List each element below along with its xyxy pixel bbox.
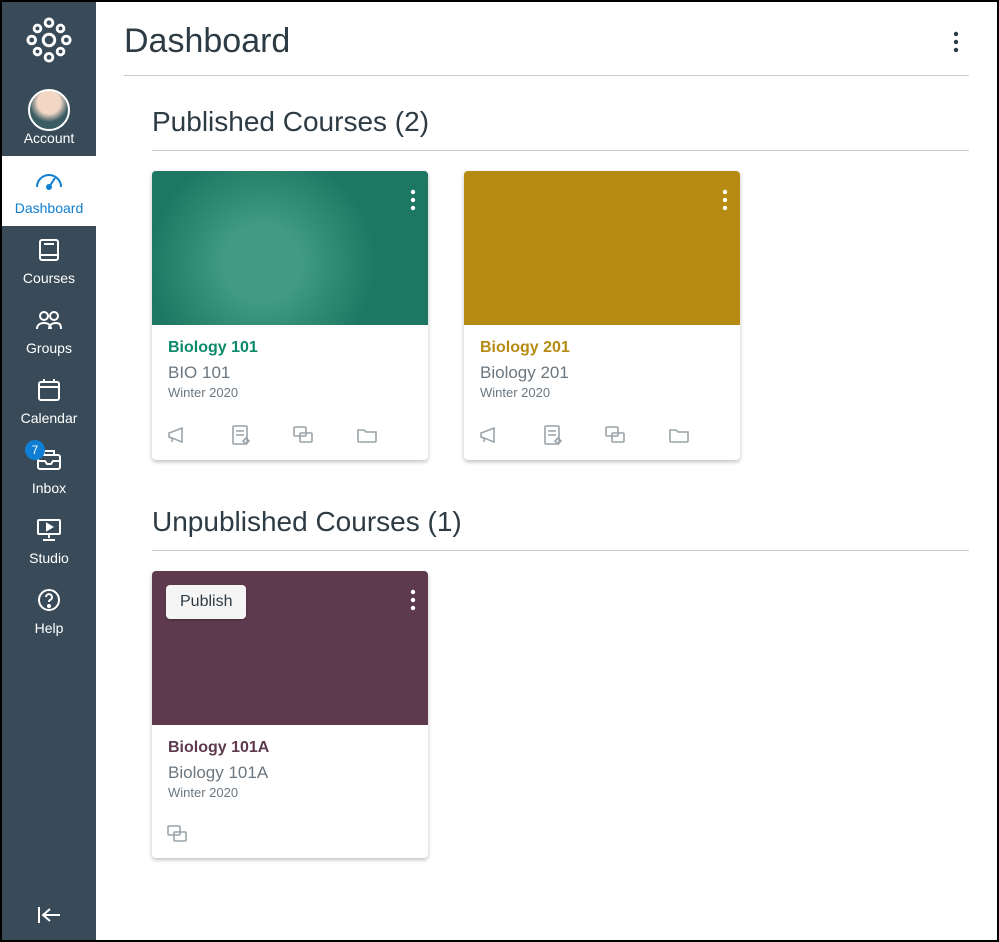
discussions-link[interactable]	[604, 424, 626, 446]
discussions-link[interactable]	[292, 424, 314, 446]
assignment-icon	[542, 424, 562, 446]
card-body: Biology 101 BIO 101 Winter 2020	[152, 325, 428, 414]
publish-button[interactable]: Publish	[166, 585, 246, 619]
unpublished-courses-section: Unpublished Courses (1) Publish Biology …	[124, 506, 969, 858]
card-actions	[464, 414, 740, 460]
course-title: Biology 201	[480, 339, 724, 357]
discussions-link[interactable]	[166, 824, 188, 844]
avatar-icon	[28, 89, 70, 131]
folder-icon	[356, 426, 378, 444]
card-options-button[interactable]	[410, 589, 416, 611]
course-card-biology-101a[interactable]: Publish Biology 101A Biology 101A Winter…	[152, 571, 428, 858]
card-actions	[152, 814, 428, 858]
dashboard-icon	[34, 164, 64, 196]
assignment-icon	[230, 424, 250, 446]
inbox-badge: 7	[25, 440, 45, 460]
announcements-link[interactable]	[478, 424, 500, 446]
published-heading: Published Courses (2)	[152, 106, 969, 151]
course-term: Winter 2020	[480, 385, 724, 400]
course-cover: Publish	[152, 571, 428, 725]
nav-item-help[interactable]: Help	[2, 576, 96, 646]
files-link[interactable]	[668, 424, 690, 446]
calendar-icon	[36, 374, 62, 406]
nav-label-groups: Groups	[26, 340, 72, 356]
course-code: Biology 101A	[168, 763, 412, 783]
card-options-button[interactable]	[722, 189, 728, 211]
courses-icon	[36, 234, 62, 266]
app-logo	[25, 16, 73, 64]
discussion-icon	[604, 425, 626, 445]
course-card-biology-201[interactable]: Biology 201 Biology 201 Winter 2020	[464, 171, 740, 460]
nav-label-calendar: Calendar	[21, 410, 78, 426]
inbox-icon: 7	[35, 444, 63, 476]
collapse-icon	[36, 905, 62, 925]
course-term: Winter 2020	[168, 785, 412, 800]
card-body: Biology 201 Biology 201 Winter 2020	[464, 325, 740, 414]
discussion-icon	[292, 425, 314, 445]
files-link[interactable]	[356, 424, 378, 446]
course-title: Biology 101A	[168, 739, 412, 757]
course-card-biology-101[interactable]: Biology 101 BIO 101 Winter 2020	[152, 171, 428, 460]
course-code: Biology 201	[480, 363, 724, 383]
nav-item-calendar[interactable]: Calendar	[2, 366, 96, 436]
more-vertical-icon	[953, 31, 959, 53]
card-options-button[interactable]	[410, 189, 416, 211]
folder-icon	[668, 426, 690, 444]
nav-label-account: Account	[24, 130, 75, 146]
global-nav: Account Dashboard Courses	[2, 2, 96, 940]
nav-label-courses: Courses	[23, 270, 75, 286]
course-title: Biology 101	[168, 339, 412, 357]
unpublished-heading: Unpublished Courses (1)	[152, 506, 969, 551]
more-vertical-icon	[722, 189, 728, 211]
nav-item-dashboard[interactable]: Dashboard	[2, 156, 96, 226]
announcements-link[interactable]	[166, 424, 188, 446]
assignments-link[interactable]	[542, 424, 562, 446]
main-content: Dashboard Published Courses (2)	[96, 2, 997, 940]
nav-item-inbox[interactable]: 7 Inbox	[2, 436, 96, 506]
more-vertical-icon	[410, 189, 416, 211]
app-frame: Account Dashboard Courses	[0, 0, 999, 942]
card-body: Biology 101A Biology 101A Winter 2020	[152, 725, 428, 814]
nav-label-dashboard: Dashboard	[15, 200, 84, 216]
nav-label-inbox: Inbox	[32, 480, 66, 496]
published-courses-section: Published Courses (2) Biology 101 BIO 10…	[124, 106, 969, 460]
published-card-grid: Biology 101 BIO 101 Winter 2020	[152, 171, 969, 460]
nav-item-account[interactable]: Account	[2, 86, 96, 156]
nav-item-courses[interactable]: Courses	[2, 226, 96, 296]
dashboard-options-button[interactable]	[943, 29, 969, 55]
megaphone-icon	[478, 425, 500, 445]
course-cover	[152, 171, 428, 325]
course-term: Winter 2020	[168, 385, 412, 400]
help-icon	[36, 584, 62, 616]
nav-item-studio[interactable]: Studio	[2, 506, 96, 576]
course-cover	[464, 171, 740, 325]
discussion-icon	[166, 824, 188, 844]
groups-icon	[34, 304, 64, 336]
nav-item-groups[interactable]: Groups	[2, 296, 96, 366]
more-vertical-icon	[410, 589, 416, 611]
studio-icon	[35, 514, 63, 546]
page-header: Dashboard	[124, 22, 969, 76]
page-title: Dashboard	[124, 22, 290, 61]
course-code: BIO 101	[168, 363, 412, 383]
card-actions	[152, 414, 428, 460]
collapse-nav-button[interactable]	[2, 890, 96, 940]
assignments-link[interactable]	[230, 424, 250, 446]
nav-label-help: Help	[35, 620, 64, 636]
nav-label-studio: Studio	[29, 550, 69, 566]
unpublished-card-grid: Publish Biology 101A Biology 101A Winter…	[152, 571, 969, 858]
megaphone-icon	[166, 425, 188, 445]
